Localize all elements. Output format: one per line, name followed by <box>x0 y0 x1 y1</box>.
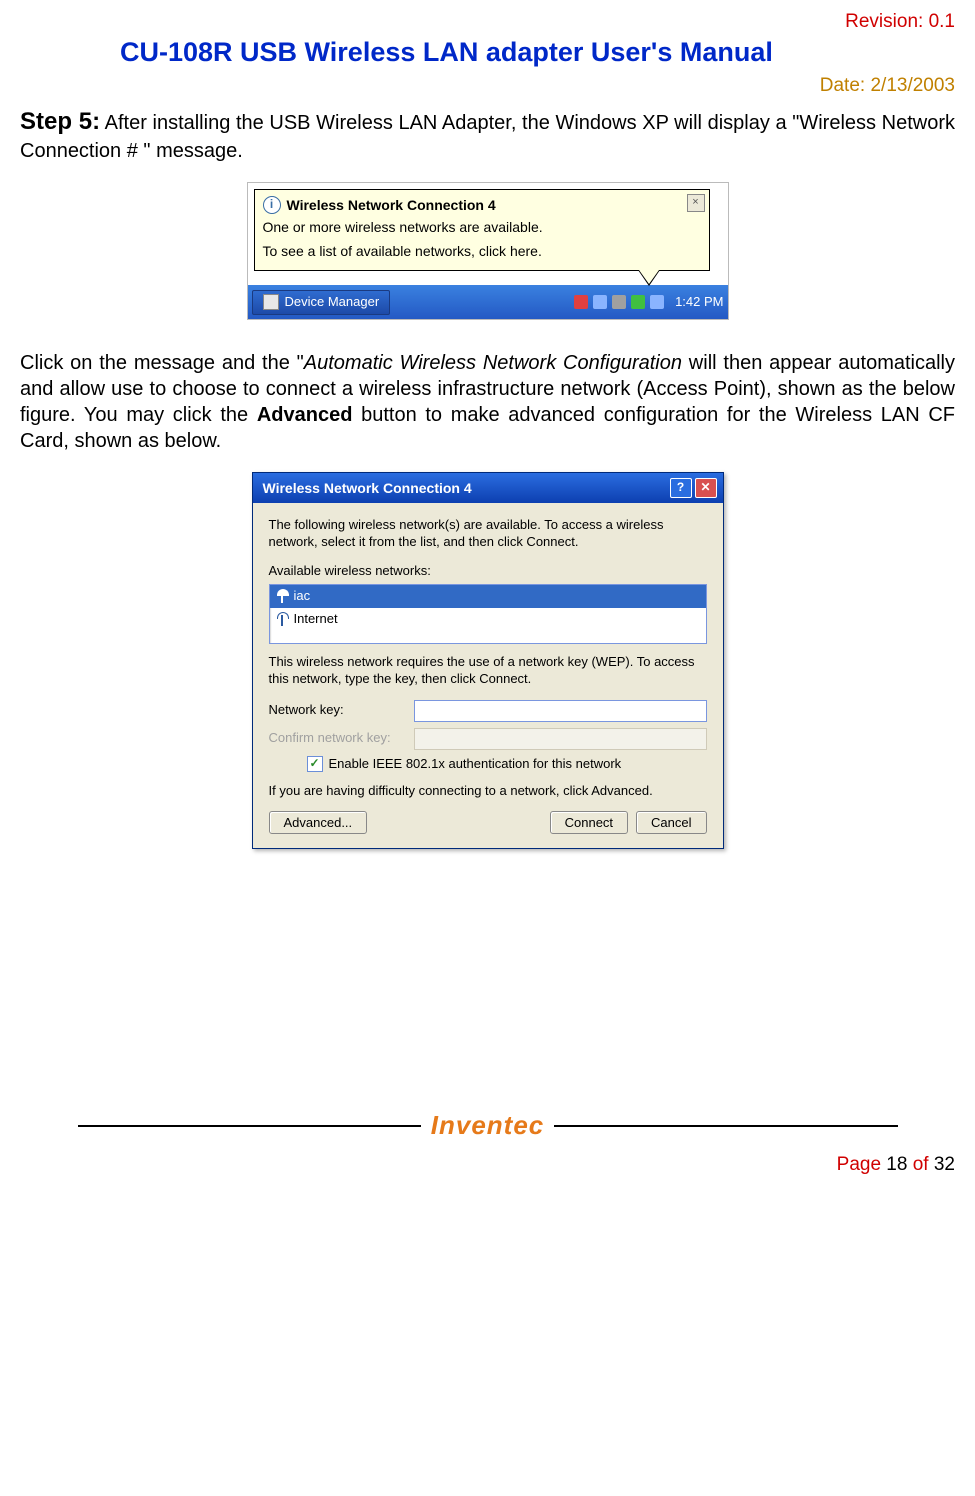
balloon-line1: One or more wireless networks are availa… <box>263 218 701 236</box>
para2-italic: Automatic Wireless Network Configuration <box>304 352 682 374</box>
system-tray: 1:42 PM <box>574 294 723 311</box>
network-key-input[interactable] <box>414 700 707 722</box>
dialog-titlebar: Wireless Network Connection 4 ? ✕ <box>253 473 723 503</box>
tray-icon[interactable] <box>650 295 664 309</box>
document-title: CU-108R USB Wireless LAN adapter User's … <box>20 35 955 70</box>
confirm-key-label: Confirm network key: <box>269 730 414 747</box>
footer-rule-left <box>78 1125 421 1127</box>
available-label: Available wireless networks: <box>269 563 707 580</box>
revision-line: Revision: 0.1 <box>20 10 955 35</box>
antenna-icon <box>276 589 288 603</box>
notification-balloon[interactable]: × i Wireless Network Connection 4 One or… <box>254 189 710 272</box>
footer-rule-right <box>554 1125 897 1127</box>
page-num: 18 <box>886 1154 907 1175</box>
close-icon[interactable]: × <box>687 194 705 212</box>
connect-button[interactable]: Connect <box>550 811 628 834</box>
tray-icon[interactable] <box>631 295 645 309</box>
step5-text: After installing the USB Wireless LAN Ad… <box>20 112 955 161</box>
figure-balloon: × i Wireless Network Connection 4 One or… <box>20 182 955 321</box>
step5-heading: Step 5: <box>20 108 100 135</box>
balloon-line2: To see a list of available networks, cli… <box>263 242 701 260</box>
device-manager-icon <box>263 294 279 310</box>
taskbar: Device Manager 1:42 PM <box>248 285 728 319</box>
network-key-row: Network key: <box>269 700 707 722</box>
dialog-body: The following wireless network(s) are av… <box>253 503 723 848</box>
page-number: Page 18 of 32 <box>20 1153 955 1178</box>
of-label: of <box>913 1154 929 1175</box>
help-icon[interactable]: ? <box>670 478 692 498</box>
footer: Inventec Page 18 of 32 <box>20 1109 955 1177</box>
network-name: Internet <box>294 611 338 628</box>
advanced-hint: If you are having difficulty connecting … <box>269 783 707 800</box>
step5-paragraph: Step 5: After installing the USB Wireles… <box>20 106 955 163</box>
network-key-label: Network key: <box>269 702 414 719</box>
confirm-key-input <box>414 728 707 750</box>
antenna-icon <box>276 612 288 626</box>
wep-text: This wireless network requires the use o… <box>269 654 707 688</box>
page-total: 32 <box>934 1154 955 1175</box>
confirm-key-row: Confirm network key: <box>269 728 707 750</box>
cancel-button[interactable]: Cancel <box>636 811 706 834</box>
advanced-button[interactable]: Advanced... <box>269 811 368 834</box>
dialog-title: Wireless Network Connection 4 <box>263 479 472 497</box>
tray-icon[interactable] <box>574 295 588 309</box>
checkbox-icon[interactable]: ✓ <box>307 756 323 772</box>
wireless-dialog: Wireless Network Connection 4 ? ✕ The fo… <box>252 472 724 849</box>
inventec-logo: Inventec <box>431 1109 545 1143</box>
date-label: Date: <box>820 75 865 96</box>
balloon-title-row: i Wireless Network Connection 4 <box>263 196 701 214</box>
ieee-checkbox-row[interactable]: ✓ Enable IEEE 802.1x authentication for … <box>307 756 707 773</box>
info-icon: i <box>263 196 281 214</box>
clock: 1:42 PM <box>669 294 723 311</box>
balloon-title: Wireless Network Connection 4 <box>287 196 496 214</box>
para2-a: Click on the message and the " <box>20 352 304 374</box>
page-label: Page <box>837 1154 881 1175</box>
button-row: Advanced... Connect Cancel <box>269 811 707 834</box>
taskbar-button-label: Device Manager <box>285 294 380 311</box>
ieee-checkbox-label: Enable IEEE 802.1x authentication for th… <box>329 756 622 773</box>
tray-icon[interactable] <box>593 295 607 309</box>
network-item-internet[interactable]: Internet <box>270 608 706 631</box>
tray-icon[interactable] <box>612 295 626 309</box>
balloon-screenshot: × i Wireless Network Connection 4 One or… <box>247 182 729 321</box>
date-line: Date: 2/13/2003 <box>20 74 955 99</box>
taskbar-button-device-manager[interactable]: Device Manager <box>252 290 391 315</box>
paragraph-2: Click on the message and the "Automatic … <box>20 350 955 454</box>
para2-bold: Advanced <box>257 404 353 426</box>
revision-label: Revision: <box>845 11 923 32</box>
close-icon[interactable]: ✕ <box>695 478 717 498</box>
dialog-intro: The following wireless network(s) are av… <box>269 517 707 551</box>
figure-dialog: Wireless Network Connection 4 ? ✕ The fo… <box>20 472 955 849</box>
network-name: iac <box>294 588 311 605</box>
date-value: 2/13/2003 <box>870 75 955 96</box>
network-list[interactable]: iac Internet <box>269 584 707 644</box>
network-item-iac[interactable]: iac <box>270 585 706 608</box>
revision-value: 0.1 <box>929 11 955 32</box>
